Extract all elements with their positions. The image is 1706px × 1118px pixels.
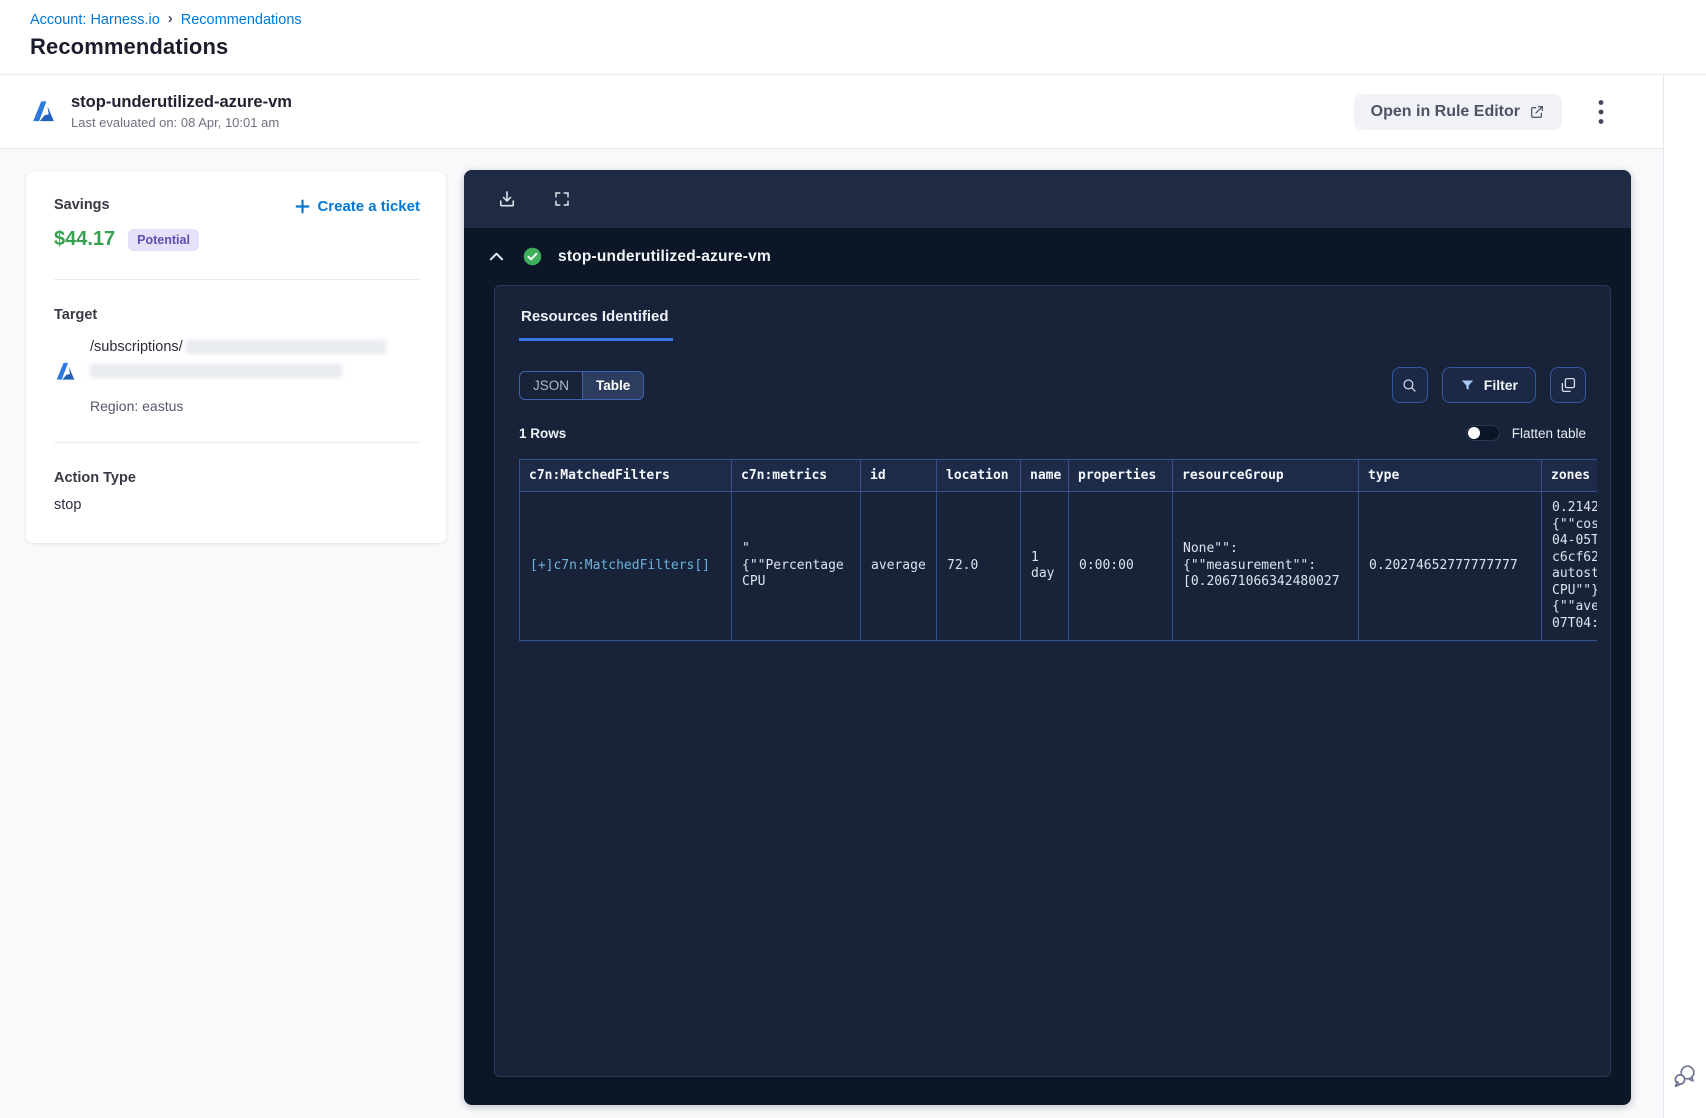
panel-toolbar [464, 170, 1631, 228]
filter-button[interactable]: Filter [1441, 367, 1536, 403]
view-table-button[interactable]: Table [583, 371, 644, 399]
download-icon[interactable] [497, 189, 517, 209]
potential-badge: Potential [128, 228, 199, 251]
cell-id: average [860, 491, 937, 641]
create-ticket-button[interactable]: Create a ticket [295, 198, 420, 215]
cell-type: 0.20274652777777777 [1358, 491, 1542, 641]
panel-rule-title: stop-underutilized-azure-vm [558, 247, 771, 265]
target-resource: /subscriptions/ Region: eastus [54, 339, 420, 414]
evaluation-results-panel: stop-underutilized-azure-vm Resources Id… [464, 170, 1631, 1105]
cell-resource-group: None"": {""measurement"": [0.20671066342… [1172, 491, 1359, 641]
column-header: c7n:metrics [731, 459, 861, 492]
rule-last-evaluated: Last evaluated on: 08 Apr, 10:01 am [71, 115, 280, 130]
column-header: location [936, 459, 1021, 492]
open-rule-editor-label: Open in Rule Editor [1370, 102, 1520, 120]
breadcrumb-separator-icon: › [167, 10, 173, 27]
flatten-table-label: Flatten table [1511, 425, 1586, 441]
resources-table-container: c7n:MatchedFilters c7n:metrics id locati… [519, 459, 1597, 641]
rule-identity: stop-underutilized-azure-vm Last evaluat… [30, 93, 292, 130]
cell-zones: 0.21423 {""cost 04-05T0 c6cf625 autosto … [1541, 491, 1597, 641]
column-header: zones [1541, 459, 1597, 492]
page-title: Recommendations [30, 34, 229, 59]
flatten-table-toggle[interactable] [1465, 425, 1500, 441]
tab-resources-identified[interactable]: Resources Identified [519, 308, 673, 341]
create-ticket-label: Create a ticket [317, 198, 420, 215]
action-type-label: Action Type [54, 470, 136, 486]
azure-icon [54, 360, 78, 383]
view-json-button[interactable]: JSON [520, 371, 584, 399]
column-header: type [1358, 459, 1542, 492]
column-header: c7n:MatchedFilters [519, 459, 732, 492]
azure-icon [30, 98, 57, 125]
target-label: Target [54, 307, 98, 323]
cell-location: 72.0 [936, 491, 1021, 641]
more-vertical-icon[interactable] [1592, 93, 1610, 131]
copy-icon[interactable] [1550, 367, 1586, 403]
cell-properties: 0:00:00 [1068, 491, 1173, 641]
top-bar: Account: Harness.io › Recommendations Re… [0, 0, 1706, 75]
rule-header: stop-underutilized-azure-vm Last evaluat… [0, 75, 1706, 149]
fullscreen-icon[interactable] [553, 190, 571, 208]
filter-icon [1460, 378, 1475, 393]
toggle-knob [1467, 427, 1480, 439]
content-area: Savings Create a ticket $44.17 Potential… [0, 149, 1706, 1118]
chat-bubble-icon[interactable] [1671, 1062, 1699, 1092]
right-gutter [1663, 75, 1706, 1118]
table-header-row: c7n:MatchedFilters c7n:metrics id locati… [519, 459, 1597, 492]
target-region: Region: eastus [90, 398, 184, 414]
chevron-up-icon[interactable] [489, 251, 504, 262]
breadcrumb-account-link[interactable]: Account: Harness.io [30, 12, 160, 28]
resources-table: c7n:MatchedFilters c7n:metrics id locati… [519, 459, 1597, 641]
view-mode-toggle: JSON Table [519, 370, 645, 400]
cell-metrics: " {""Percentage CPU [731, 491, 861, 641]
search-icon[interactable] [1391, 367, 1428, 403]
action-type-value: stop [54, 497, 82, 513]
column-header: id [860, 459, 937, 492]
resources-card: Resources Identified JSON Table Filter 1… [494, 285, 1611, 1077]
table-row: [+]c7n:MatchedFilters[] " {""Percentage … [519, 491, 1597, 641]
rule-result-row: stop-underutilized-azure-vm [464, 228, 1631, 285]
rows-count: 1 Rows [519, 425, 567, 441]
redacted-resource-path [90, 364, 342, 378]
savings-card: Savings Create a ticket $44.17 Potential… [26, 172, 446, 543]
savings-amount: $44.17 [54, 228, 116, 250]
divider [54, 279, 420, 280]
divider [54, 442, 420, 443]
plus-icon [295, 199, 310, 214]
open-rule-editor-button[interactable]: Open in Rule Editor [1353, 93, 1562, 130]
cell-name: 1 day [1020, 491, 1069, 641]
breadcrumb-recommendations-link[interactable]: Recommendations [181, 12, 302, 28]
column-header: resourceGroup [1172, 459, 1359, 492]
check-circle-icon [523, 247, 542, 266]
external-link-icon [1529, 104, 1545, 120]
column-header: name [1020, 459, 1069, 492]
savings-label: Savings [54, 197, 110, 213]
breadcrumb: Account: Harness.io › Recommendations [30, 10, 1706, 28]
redacted-subscription-id [185, 340, 386, 354]
target-path-text: /subscriptions/ [90, 339, 183, 355]
column-header: properties [1068, 459, 1173, 492]
filter-label: Filter [1483, 377, 1518, 393]
matched-filters-expand-link[interactable]: [+]c7n:MatchedFilters[] [519, 491, 732, 641]
rule-name: stop-underutilized-azure-vm [71, 93, 292, 111]
